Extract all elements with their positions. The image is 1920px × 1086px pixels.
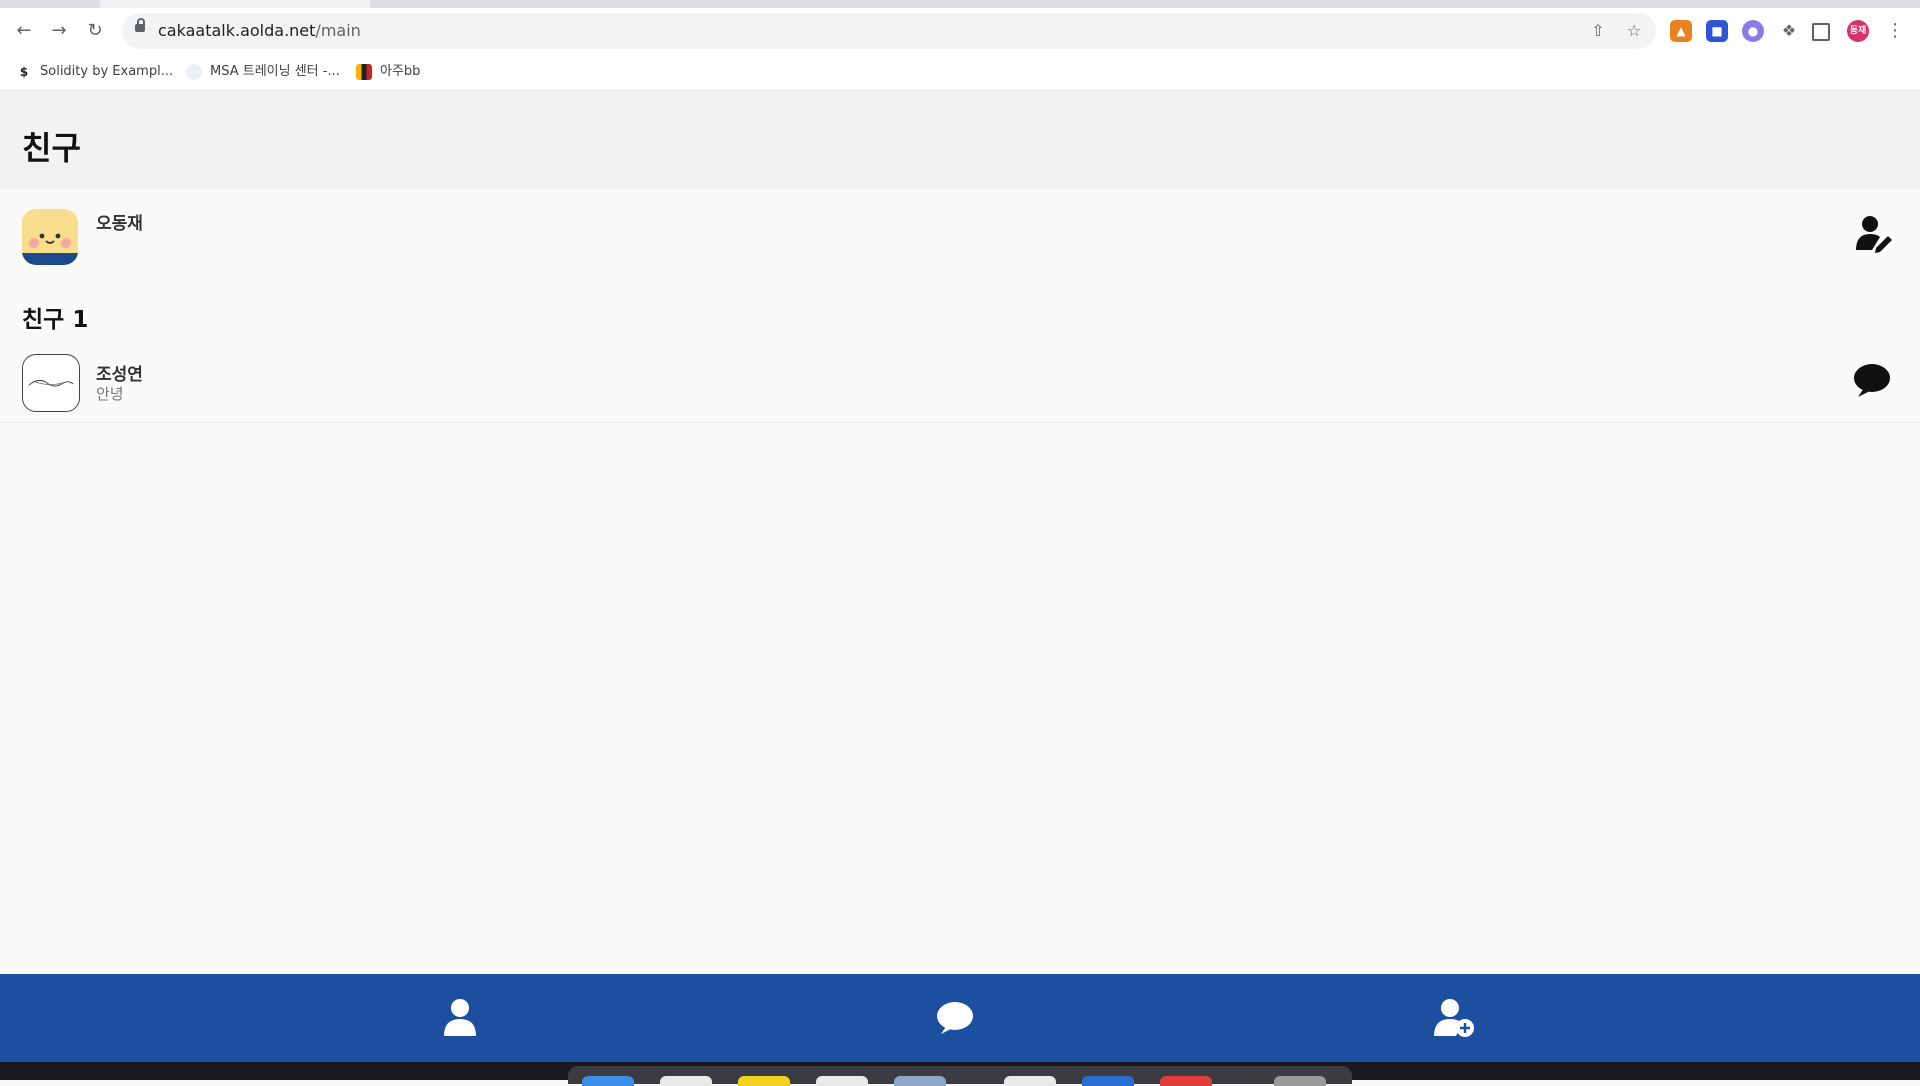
dollar-icon: $: [16, 63, 32, 80]
dock-app-icon[interactable]: [660, 1076, 712, 1086]
bear-avatar-icon: [22, 209, 78, 265]
dock-app-icon[interactable]: [1004, 1076, 1056, 1086]
chat-tab-icon[interactable]: [931, 994, 979, 1042]
reload-icon[interactable]: ↻: [83, 19, 107, 43]
bookmark-label: Solidity by Exampl...: [40, 64, 174, 79]
bookmark-label: 아주bb: [380, 64, 421, 79]
dock-app-icon[interactable]: [1160, 1076, 1212, 1086]
avatar[interactable]: [22, 209, 78, 265]
sidepanel-icon[interactable]: [1812, 23, 1830, 41]
lock-icon: [135, 18, 145, 32]
page-title: 친구: [22, 129, 81, 167]
extension-icon[interactable]: ■: [1706, 20, 1728, 42]
avatar[interactable]: [22, 354, 80, 412]
dock-shelf: [568, 1066, 1352, 1086]
dock-app-icon[interactable]: [1082, 1076, 1134, 1086]
menu-icon[interactable]: ⋮: [1884, 20, 1906, 42]
bookmark-ajou[interactable]: 아주bb: [356, 54, 420, 90]
puzzle-icon[interactable]: ❖: [1778, 20, 1800, 42]
app-header: 친구: [0, 91, 1920, 190]
bookmark-solidity[interactable]: $ Solidity by Exampl...: [16, 54, 173, 90]
chat-bubble-icon[interactable]: [1850, 359, 1894, 403]
edit-profile-icon[interactable]: [1852, 212, 1896, 256]
active-tab[interactable]: [100, 0, 370, 8]
os-dock: [0, 1062, 1920, 1086]
dock-app-icon[interactable]: [738, 1076, 790, 1086]
row-divider: [0, 422, 1920, 423]
dock-app-icon[interactable]: [582, 1076, 634, 1086]
dock-app-icon[interactable]: [894, 1076, 946, 1086]
back-icon[interactable]: ←: [12, 19, 36, 43]
friends-section-label: 친구 1: [22, 307, 89, 333]
bookmark-msa[interactable]: MSA 트레이닝 센터 -...: [186, 54, 340, 90]
my-name: 오동재: [96, 214, 143, 234]
url-path: /main: [315, 21, 361, 40]
ajou-logo-icon: [356, 63, 372, 80]
dock-app-icon[interactable]: [1274, 1076, 1326, 1086]
signature-avatar-icon: [28, 379, 74, 387]
share-icon[interactable]: ⇧: [1588, 21, 1608, 41]
address-bar[interactable]: cakaatalk.aolda.net/main ⇧ ☆: [122, 13, 1656, 49]
bookmark-label: MSA 트레이닝 센터 -...: [210, 64, 340, 79]
profile-avatar[interactable]: 동재: [1847, 20, 1869, 42]
bottom-nav: [0, 974, 1920, 1062]
metamask-icon[interactable]: ▲: [1670, 20, 1692, 42]
url-text[interactable]: cakaatalk.aolda.net/main: [158, 13, 361, 49]
friend-row[interactable]: 조성연 안녕: [0, 350, 1920, 420]
add-friend-tab-icon[interactable]: [1430, 994, 1478, 1042]
bookmarks-bar: $ Solidity by Exampl... MSA 트레이닝 센터 -... …: [0, 54, 1920, 91]
phantom-icon[interactable]: ●: [1742, 20, 1764, 42]
friends-tab-icon[interactable]: [436, 994, 484, 1042]
snowflake-icon: [186, 63, 202, 80]
star-icon[interactable]: ☆: [1624, 21, 1644, 41]
my-profile-row[interactable]: 오동재: [0, 206, 1920, 270]
tab-strip: [0, 0, 1920, 8]
forward-icon[interactable]: →: [47, 19, 71, 43]
browser-toolbar: ← → ↻ cakaatalk.aolda.net/main ⇧ ☆ ▲ ■ ●…: [0, 8, 1920, 54]
friend-name: 조성연: [96, 365, 143, 385]
dock-app-icon[interactable]: [816, 1076, 868, 1086]
url-host: cakaatalk.aolda.net: [158, 21, 316, 40]
friend-status: 안녕: [96, 385, 124, 403]
